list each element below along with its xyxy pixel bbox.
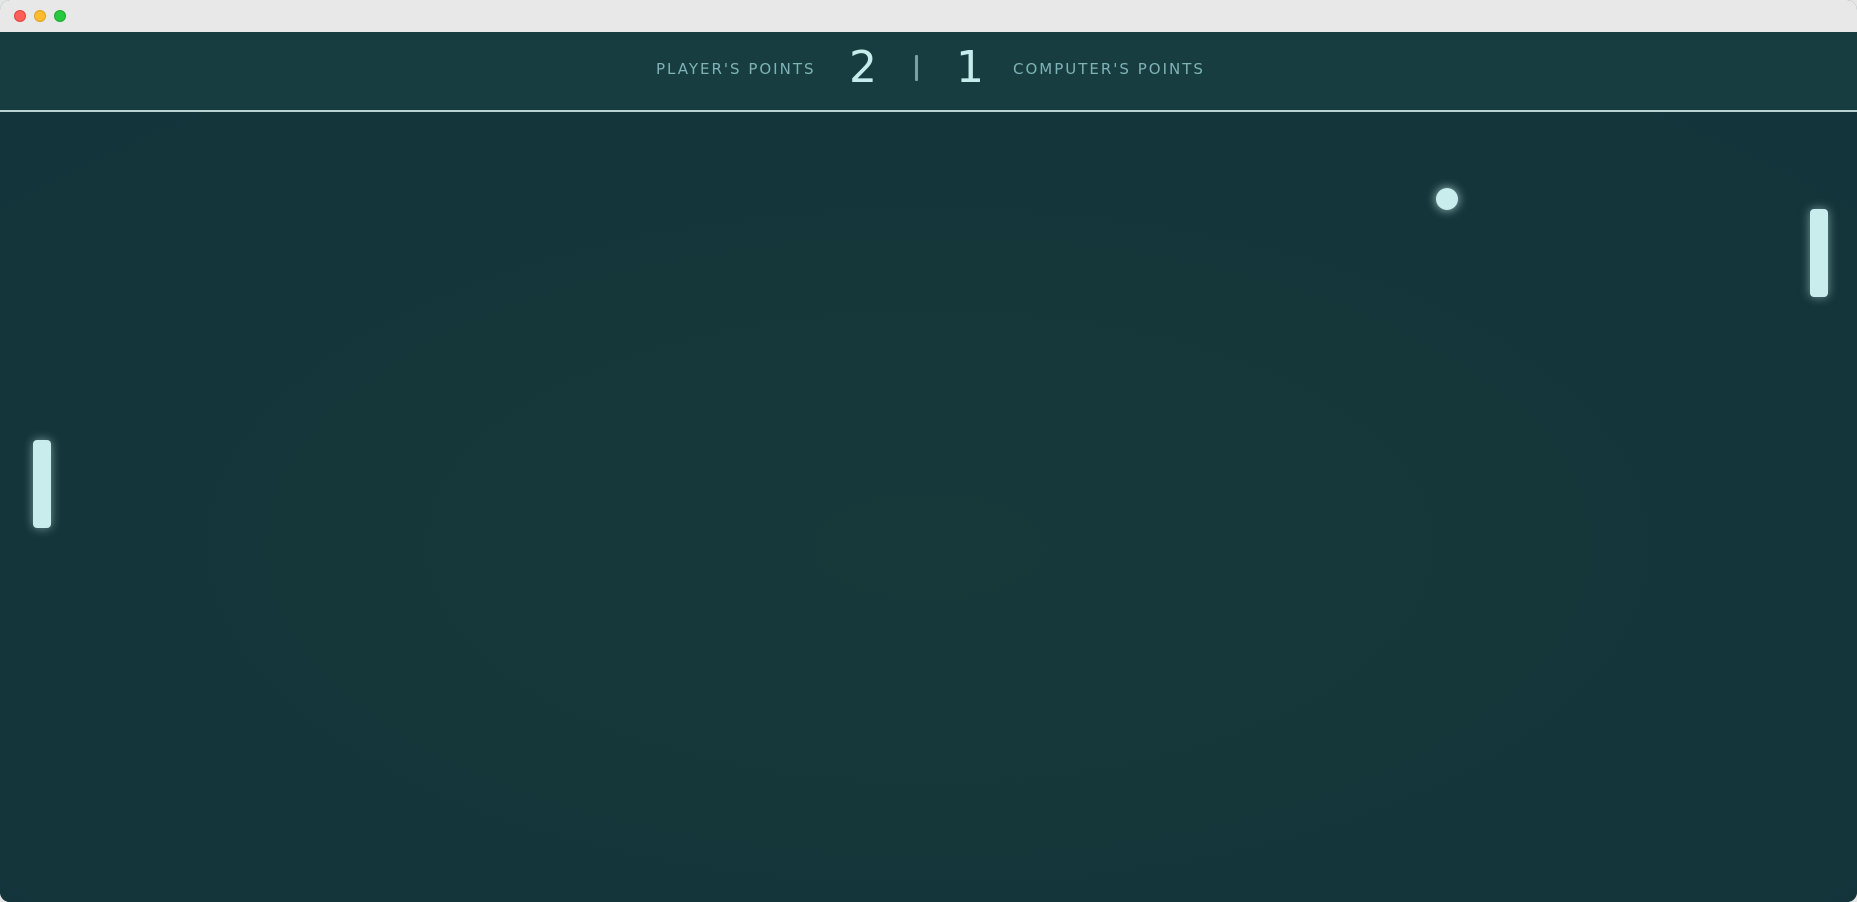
zoom-button[interactable] [54, 10, 66, 22]
player-score: 2 [849, 42, 877, 93]
player-paddle[interactable] [33, 440, 51, 528]
computer-paddle [1810, 209, 1828, 297]
minimize-button[interactable] [34, 10, 46, 22]
score-divider [915, 55, 918, 81]
ball [1436, 188, 1458, 210]
game-window: PLAYER'S POINTS 2 1 COMPUTER'S POINTS [0, 0, 1857, 902]
computer-score: 1 [956, 42, 984, 93]
close-button[interactable] [14, 10, 26, 22]
player-points-label: PLAYER'S POINTS [656, 60, 816, 78]
computer-points-label: COMPUTER'S POINTS [1013, 60, 1205, 78]
title-bar [0, 0, 1857, 33]
scoreboard: PLAYER'S POINTS 2 1 COMPUTER'S POINTS [0, 32, 1857, 112]
game-field[interactable] [0, 112, 1857, 902]
